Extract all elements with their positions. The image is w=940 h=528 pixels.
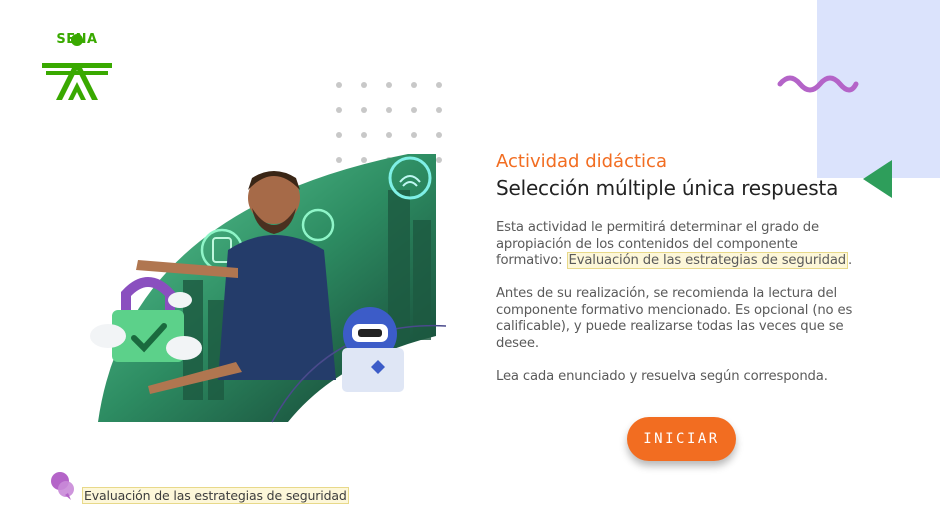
activity-subtitle: Actividad didáctica	[496, 151, 667, 172]
sena-logo-icon	[42, 34, 112, 100]
footer-label-text: Evaluación de las estrategias de segurid…	[82, 487, 349, 504]
sena-logo: SENA	[38, 32, 116, 104]
start-button[interactable]: INICIAR	[627, 417, 736, 461]
activity-description: Esta actividad le permitirá determinar e…	[496, 220, 858, 270]
hero-illustration	[90, 154, 446, 423]
description-end: .	[848, 253, 853, 269]
wave-decoration-icon	[777, 75, 859, 93]
activity-instruction: Lea cada enunciado y resuelva según corr…	[496, 369, 828, 384]
activity-recommendation: Antes de su realización, se recomienda l…	[496, 286, 853, 351]
component-icon	[51, 472, 74, 500]
component-name-highlight: Evaluación de las estrategias de segurid…	[566, 252, 848, 270]
footer-component-label: Evaluación de las estrategias de segurid…	[82, 487, 349, 504]
triangle-decoration-icon	[863, 160, 892, 198]
activity-title: Selección múltiple única respuesta	[496, 176, 839, 200]
